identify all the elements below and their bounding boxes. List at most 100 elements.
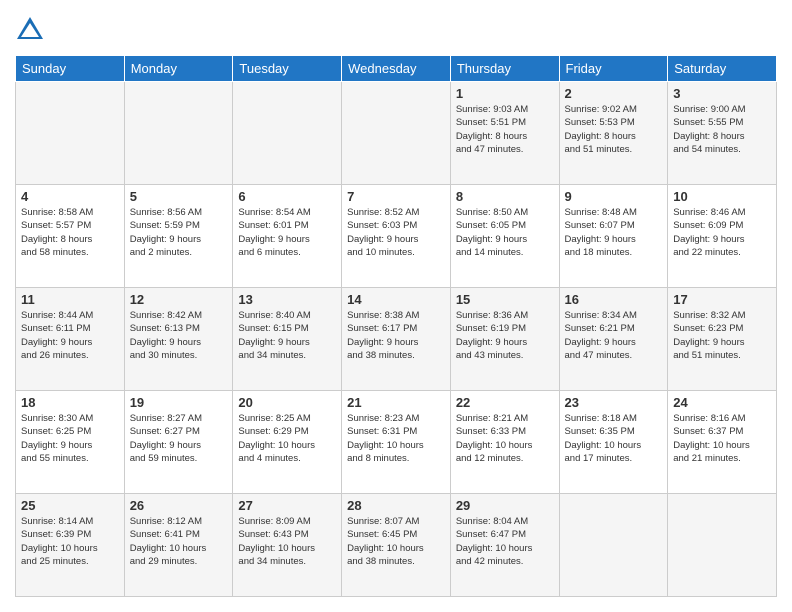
- calendar-body: 1 Sunrise: 9:03 AMSunset: 5:51 PMDaylight…: [16, 82, 777, 597]
- day-info: Sunrise: 8:09 AMSunset: 6:43 PMDaylight:…: [238, 515, 336, 568]
- calendar-week-row: 4 Sunrise: 8:58 AMSunset: 5:57 PMDaylight…: [16, 185, 777, 288]
- weekday-header-wednesday: Wednesday: [342, 56, 451, 82]
- day-info: Sunrise: 8:58 AMSunset: 5:57 PMDaylight:…: [21, 206, 119, 259]
- day-info: Sunrise: 8:48 AMSunset: 6:07 PMDaylight:…: [565, 206, 663, 259]
- day-number: 6: [238, 189, 336, 204]
- calendar-cell: 20 Sunrise: 8:25 AMSunset: 6:29 PMDayligh…: [233, 391, 342, 494]
- day-number: 9: [565, 189, 663, 204]
- day-number: 12: [130, 292, 228, 307]
- header: [15, 15, 777, 45]
- day-info: Sunrise: 8:46 AMSunset: 6:09 PMDaylight:…: [673, 206, 771, 259]
- day-info: Sunrise: 8:54 AMSunset: 6:01 PMDaylight:…: [238, 206, 336, 259]
- calendar-cell: [342, 82, 451, 185]
- calendar-week-row: 11 Sunrise: 8:44 AMSunset: 6:11 PMDayligh…: [16, 288, 777, 391]
- day-number: 5: [130, 189, 228, 204]
- day-info: Sunrise: 9:03 AMSunset: 5:51 PMDaylight:…: [456, 103, 554, 156]
- page: SundayMondayTuesdayWednesdayThursdayFrid…: [0, 0, 792, 612]
- calendar-cell: [124, 82, 233, 185]
- day-number: 13: [238, 292, 336, 307]
- day-number: 24: [673, 395, 771, 410]
- day-number: 11: [21, 292, 119, 307]
- logo-icon: [15, 15, 45, 45]
- calendar-cell: 28 Sunrise: 8:07 AMSunset: 6:45 PMDayligh…: [342, 494, 451, 597]
- day-info: Sunrise: 8:07 AMSunset: 6:45 PMDaylight:…: [347, 515, 445, 568]
- day-info: Sunrise: 8:12 AMSunset: 6:41 PMDaylight:…: [130, 515, 228, 568]
- weekday-header-tuesday: Tuesday: [233, 56, 342, 82]
- calendar-cell: 21 Sunrise: 8:23 AMSunset: 6:31 PMDayligh…: [342, 391, 451, 494]
- calendar-cell: 9 Sunrise: 8:48 AMSunset: 6:07 PMDaylight…: [559, 185, 668, 288]
- day-number: 26: [130, 498, 228, 513]
- calendar-cell: 2 Sunrise: 9:02 AMSunset: 5:53 PMDaylight…: [559, 82, 668, 185]
- day-number: 16: [565, 292, 663, 307]
- calendar-cell: 7 Sunrise: 8:52 AMSunset: 6:03 PMDaylight…: [342, 185, 451, 288]
- calendar-cell: 27 Sunrise: 8:09 AMSunset: 6:43 PMDayligh…: [233, 494, 342, 597]
- weekday-header-row: SundayMondayTuesdayWednesdayThursdayFrid…: [16, 56, 777, 82]
- day-number: 23: [565, 395, 663, 410]
- day-number: 2: [565, 86, 663, 101]
- day-number: 10: [673, 189, 771, 204]
- calendar-cell: 18Sunrise: 8:30 AMSunset: 6:25 PMDayligh…: [16, 391, 125, 494]
- calendar-header: SundayMondayTuesdayWednesdayThursdayFrid…: [16, 56, 777, 82]
- day-number: 21: [347, 395, 445, 410]
- day-info: Sunrise: 8:25 AMSunset: 6:29 PMDaylight:…: [238, 412, 336, 465]
- day-number: 15: [456, 292, 554, 307]
- day-info: Sunrise: 8:42 AMSunset: 6:13 PMDaylight:…: [130, 309, 228, 362]
- calendar-cell: 23 Sunrise: 8:18 AMSunset: 6:35 PMDayligh…: [559, 391, 668, 494]
- day-info: Sunrise: 8:50 AMSunset: 6:05 PMDaylight:…: [456, 206, 554, 259]
- calendar-cell: 5 Sunrise: 8:56 AMSunset: 5:59 PMDaylight…: [124, 185, 233, 288]
- calendar-cell: 13 Sunrise: 8:40 AMSunset: 6:15 PMDayligh…: [233, 288, 342, 391]
- calendar-table: SundayMondayTuesdayWednesdayThursdayFrid…: [15, 55, 777, 597]
- day-number: 25: [21, 498, 119, 513]
- calendar-cell: 17 Sunrise: 8:32 AMSunset: 6:23 PMDayligh…: [668, 288, 777, 391]
- calendar-cell: 12 Sunrise: 8:42 AMSunset: 6:13 PMDayligh…: [124, 288, 233, 391]
- day-number: 14: [347, 292, 445, 307]
- calendar-cell: 6 Sunrise: 8:54 AMSunset: 6:01 PMDaylight…: [233, 185, 342, 288]
- day-info: Sunrise: 8:27 AMSunset: 6:27 PMDaylight:…: [130, 412, 228, 465]
- day-info: Sunrise: 8:30 AMSunset: 6:25 PMDaylight:…: [21, 412, 119, 465]
- day-info: Sunrise: 9:00 AMSunset: 5:55 PMDaylight:…: [673, 103, 771, 156]
- calendar-cell: 15 Sunrise: 8:36 AMSunset: 6:19 PMDayligh…: [450, 288, 559, 391]
- day-info: Sunrise: 8:56 AMSunset: 5:59 PMDaylight:…: [130, 206, 228, 259]
- day-number: 7: [347, 189, 445, 204]
- day-number: 17: [673, 292, 771, 307]
- day-info: Sunrise: 8:52 AMSunset: 6:03 PMDaylight:…: [347, 206, 445, 259]
- day-info: Sunrise: 8:36 AMSunset: 6:19 PMDaylight:…: [456, 309, 554, 362]
- weekday-header-saturday: Saturday: [668, 56, 777, 82]
- day-number: 4: [21, 189, 119, 204]
- calendar-cell: 29 Sunrise: 8:04 AMSunset: 6:47 PMDayligh…: [450, 494, 559, 597]
- day-info: Sunrise: 9:02 AMSunset: 5:53 PMDaylight:…: [565, 103, 663, 156]
- day-info: Sunrise: 8:40 AMSunset: 6:15 PMDaylight:…: [238, 309, 336, 362]
- day-number: 8: [456, 189, 554, 204]
- day-info: Sunrise: 8:14 AMSunset: 6:39 PMDaylight:…: [21, 515, 119, 568]
- day-number: 20: [238, 395, 336, 410]
- calendar-cell: 19 Sunrise: 8:27 AMSunset: 6:27 PMDayligh…: [124, 391, 233, 494]
- calendar-cell: 8 Sunrise: 8:50 AMSunset: 6:05 PMDaylight…: [450, 185, 559, 288]
- day-info: Sunrise: 8:16 AMSunset: 6:37 PMDaylight:…: [673, 412, 771, 465]
- day-info: Sunrise: 8:23 AMSunset: 6:31 PMDaylight:…: [347, 412, 445, 465]
- day-info: Sunrise: 8:18 AMSunset: 6:35 PMDaylight:…: [565, 412, 663, 465]
- day-number: 3: [673, 86, 771, 101]
- calendar-week-row: 1 Sunrise: 9:03 AMSunset: 5:51 PMDaylight…: [16, 82, 777, 185]
- day-number: 27: [238, 498, 336, 513]
- weekday-header-sunday: Sunday: [16, 56, 125, 82]
- weekday-header-monday: Monday: [124, 56, 233, 82]
- calendar-cell: 3 Sunrise: 9:00 AMSunset: 5:55 PMDaylight…: [668, 82, 777, 185]
- day-number: 1: [456, 86, 554, 101]
- day-number: 29: [456, 498, 554, 513]
- day-number: 19: [130, 395, 228, 410]
- calendar-cell: 1 Sunrise: 9:03 AMSunset: 5:51 PMDaylight…: [450, 82, 559, 185]
- day-number: 28: [347, 498, 445, 513]
- day-info: Sunrise: 8:04 AMSunset: 6:47 PMDaylight:…: [456, 515, 554, 568]
- day-info: Sunrise: 8:32 AMSunset: 6:23 PMDaylight:…: [673, 309, 771, 362]
- calendar-cell: [233, 82, 342, 185]
- calendar-cell: 24 Sunrise: 8:16 AMSunset: 6:37 PMDayligh…: [668, 391, 777, 494]
- calendar-cell: [16, 82, 125, 185]
- weekday-header-friday: Friday: [559, 56, 668, 82]
- day-info: Sunrise: 8:21 AMSunset: 6:33 PMDaylight:…: [456, 412, 554, 465]
- day-info: Sunrise: 8:34 AMSunset: 6:21 PMDaylight:…: [565, 309, 663, 362]
- day-info: Sunrise: 8:44 AMSunset: 6:11 PMDaylight:…: [21, 309, 119, 362]
- calendar-cell: 16 Sunrise: 8:34 AMSunset: 6:21 PMDayligh…: [559, 288, 668, 391]
- calendar-cell: [559, 494, 668, 597]
- calendar-cell: 4 Sunrise: 8:58 AMSunset: 5:57 PMDaylight…: [16, 185, 125, 288]
- day-number: 22: [456, 395, 554, 410]
